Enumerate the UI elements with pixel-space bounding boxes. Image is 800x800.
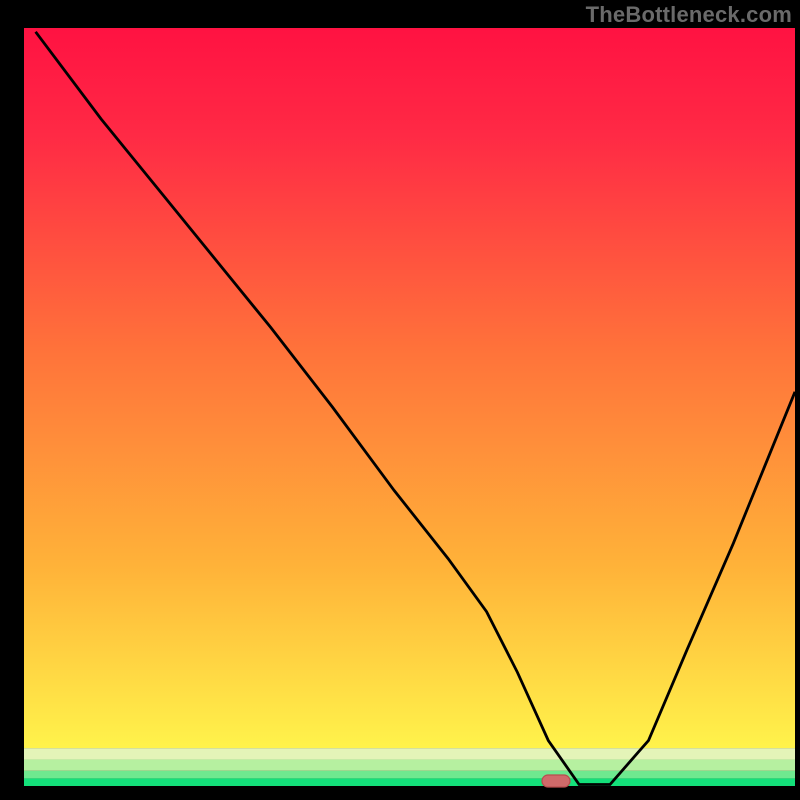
optimal-marker <box>542 775 570 787</box>
background-band <box>24 759 795 770</box>
chart-stage: TheBottleneck.com <box>0 0 800 800</box>
background-band <box>24 778 795 786</box>
background-band <box>24 748 795 759</box>
background-band <box>24 28 795 748</box>
chart-svg <box>0 0 800 800</box>
background-band <box>24 771 795 779</box>
plot-area <box>24 28 795 786</box>
